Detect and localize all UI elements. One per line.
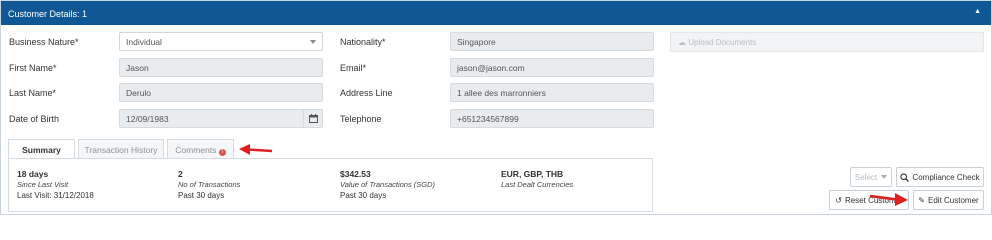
days-since-visit-caption: Since Last Visit xyxy=(17,180,69,189)
date-of-birth-value: 12/09/1983 xyxy=(126,114,169,124)
undo-icon: ↺ xyxy=(835,195,842,205)
edit-customer-button[interactable]: ✎ Edit Customer xyxy=(913,190,984,210)
transactions-value-caption: Value of Transactions (SGD) xyxy=(340,180,436,189)
date-of-birth-field[interactable]: 12/09/1983 xyxy=(119,109,323,128)
email-label: Email* xyxy=(340,63,367,73)
upload-documents-label: Upload Documents xyxy=(688,38,757,47)
first-name-label: First Name* xyxy=(9,63,57,73)
customer-details-panel: Customer Details: 1 ▲ Business Nature* I… xyxy=(0,0,992,215)
transactions-count-caption: No of Transactions xyxy=(178,180,241,189)
last-name-label: Last Name* xyxy=(9,88,57,98)
days-since-visit-value: 18 days xyxy=(17,169,49,179)
email-field[interactable]: jason@jason.com xyxy=(450,58,654,77)
cloud-upload-icon: ☁ xyxy=(678,38,686,47)
email-value: jason@jason.com xyxy=(457,63,525,73)
first-name-field[interactable]: Jason xyxy=(119,58,323,77)
address-value: 1 allee des marronniers xyxy=(457,88,546,98)
transactions-count-period: Past 30 days xyxy=(178,191,225,200)
tab-transaction-history[interactable]: Transaction History xyxy=(78,139,164,159)
first-name-value: Jason xyxy=(126,63,149,73)
chevron-up-icon[interactable]: ▲ xyxy=(974,8,981,15)
upload-documents-button[interactable]: ☁ Upload Documents xyxy=(670,32,984,52)
transactions-value-amount: $342.53 xyxy=(340,169,371,179)
annotation-arrow-edit xyxy=(869,193,908,206)
telephone-value: +651234567899 xyxy=(457,114,519,124)
telephone-label: Telephone xyxy=(340,114,382,124)
search-icon xyxy=(900,172,910,182)
last-name-value: Derulo xyxy=(126,88,152,98)
telephone-field[interactable]: +651234567899 xyxy=(450,109,654,128)
calendar-icon[interactable] xyxy=(303,109,322,128)
pencil-icon: ✎ xyxy=(918,195,925,205)
select-dropdown[interactable]: Select xyxy=(850,167,892,187)
business-nature-label: Business Nature* xyxy=(9,37,79,47)
tab-transaction-history-label: Transaction History xyxy=(84,145,158,155)
select-label: Select xyxy=(854,172,878,182)
compliance-check-button[interactable]: Compliance Check xyxy=(896,167,984,187)
last-currencies-caption: Last Dealt Currencies xyxy=(501,180,574,189)
business-nature-value: Individual xyxy=(126,37,162,47)
tab-comments-label: Comments xyxy=(175,145,217,155)
panel-header[interactable]: Customer Details: 1 ▲ xyxy=(1,1,991,25)
transactions-value-period: Past 30 days xyxy=(340,191,387,200)
address-label: Address Line xyxy=(340,88,393,98)
nationality-field[interactable]: Singapore xyxy=(450,32,654,51)
tab-comments[interactable]: Comments ! xyxy=(167,139,234,159)
compliance-check-label: Compliance Check xyxy=(912,172,980,182)
panel-title: Customer Details: 1 xyxy=(8,9,88,19)
tab-summary[interactable]: Summary xyxy=(8,139,75,159)
last-name-field[interactable]: Derulo xyxy=(119,83,323,102)
alert-icon: ! xyxy=(218,149,226,156)
nationality-value: Singapore xyxy=(457,37,496,47)
annotation-arrow-comments xyxy=(239,144,273,155)
last-currencies-value: EUR, GBP, THB xyxy=(501,169,564,179)
address-field[interactable]: 1 allee des marronniers xyxy=(450,83,654,102)
tab-summary-label: Summary xyxy=(22,145,61,155)
nationality-label: Nationality* xyxy=(340,37,386,47)
last-visit-text: Last Visit: 31/12/2018 xyxy=(17,191,94,200)
transactions-count-value: 2 xyxy=(178,169,183,179)
edit-customer-label: Edit Customer xyxy=(928,195,979,205)
business-nature-select[interactable]: Individual xyxy=(119,32,323,51)
caret-down-icon xyxy=(310,40,316,44)
date-of-birth-label: Date of Birth xyxy=(9,114,60,124)
caret-down-icon xyxy=(881,175,888,179)
